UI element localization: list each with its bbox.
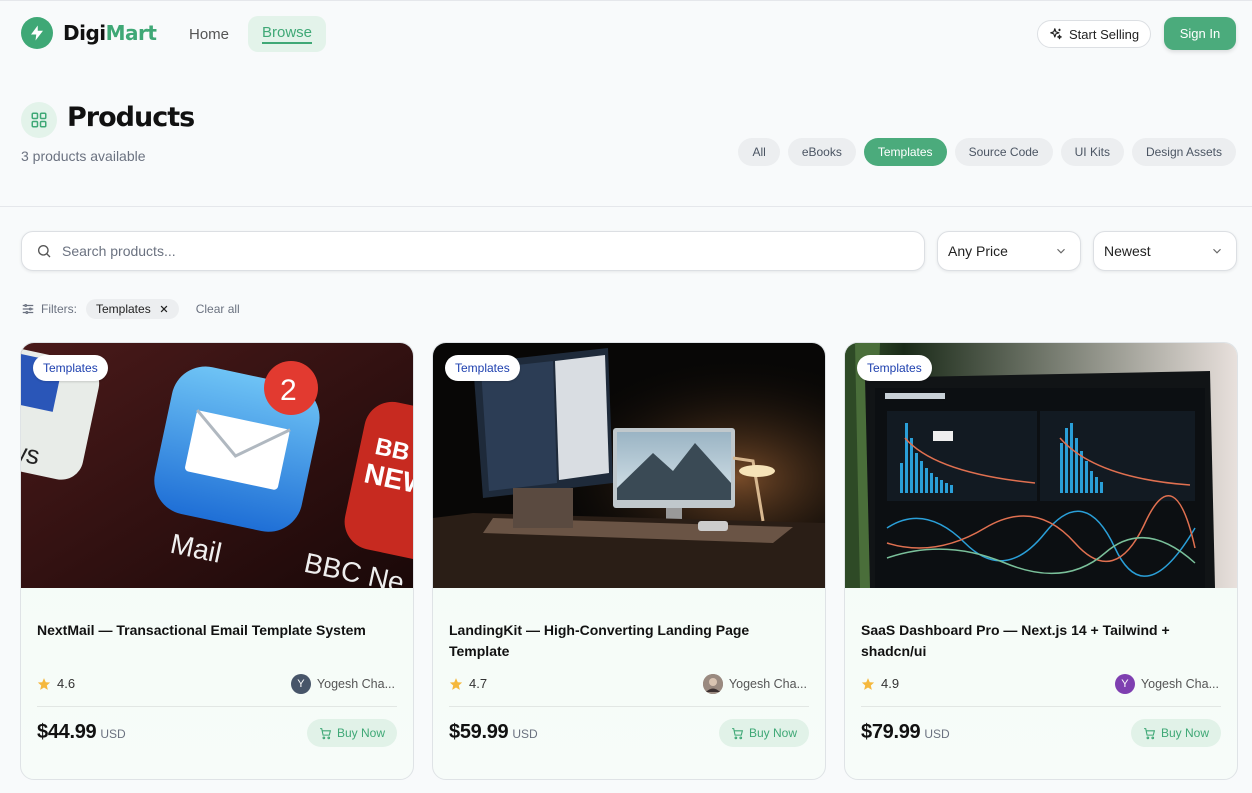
cart-icon [1144, 727, 1156, 739]
product-card[interactable]: Templates SaaS Dashboard Pro — Next.js 1… [844, 342, 1238, 780]
buy-now-button[interactable]: Buy Now [306, 719, 397, 747]
category-ui-kits[interactable]: UI Kits [1060, 138, 1124, 166]
product-author[interactable]: Y Yogesh Cha... [1114, 674, 1219, 694]
grid-icon [21, 102, 57, 138]
avatar: Y [290, 674, 311, 694]
nav-browse-label: Browse [262, 24, 313, 44]
rating-value: 4.9 [881, 676, 900, 691]
product-price: $59.99 USD [449, 721, 538, 744]
page-title: Products [67, 102, 195, 133]
product-price: $79.99 USD [861, 721, 950, 744]
filter-chip-templates: Templates [86, 299, 179, 319]
category-badge: Templates [857, 355, 932, 381]
price-amount: $44.99 [37, 721, 97, 743]
svg-text:2: 2 [280, 374, 297, 407]
price-amount: $79.99 [861, 721, 921, 743]
search-input[interactable] [62, 243, 882, 259]
product-author[interactable]: Y Yogesh Cha... [290, 674, 395, 694]
card-divider [37, 706, 397, 707]
star-icon [861, 677, 875, 690]
chevron-down-icon [1213, 248, 1221, 254]
active-filters-bar: Filters: Templates Clear all [21, 299, 240, 319]
author-name: Yogesh Cha... [316, 677, 395, 691]
price-filter-value: Any Price [948, 243, 1008, 259]
category-tabs: All eBooks Templates Source Code UI Kits… [738, 138, 1236, 166]
top-nav: DigiMart Home Browse Start Selling Sign … [0, 0, 1252, 68]
category-badge: Templates [445, 355, 520, 381]
buy-now-button[interactable]: Buy Now [718, 719, 809, 747]
search-icon [38, 245, 51, 258]
brand-name: DigiMart [63, 21, 157, 45]
product-title[interactable]: LandingKit — High-Converting Landing Pag… [449, 620, 809, 662]
avatar [702, 674, 723, 694]
avatar: Y [1114, 674, 1135, 694]
clear-all-filters-link[interactable]: Clear all [196, 302, 240, 316]
price-currency: USD [924, 727, 950, 741]
chevron-down-icon [1057, 248, 1065, 254]
buy-now-label: Buy Now [748, 726, 797, 740]
close-icon[interactable] [159, 304, 169, 314]
product-count: 3 products available [21, 148, 146, 164]
sort-select[interactable]: Newest [1093, 231, 1237, 271]
star-icon [449, 677, 463, 690]
buy-now-label: Buy Now [1160, 726, 1209, 740]
cart-icon [320, 727, 332, 739]
category-design-assets[interactable]: Design Assets [1131, 138, 1236, 166]
buy-now-button[interactable]: Buy Now [1130, 719, 1221, 747]
product-price: $44.99 USD [37, 721, 126, 744]
sparkles-icon [1050, 28, 1062, 40]
product-rating: 4.6 [37, 676, 75, 691]
category-all[interactable]: All [738, 138, 780, 166]
author-name: Yogesh Cha... [1140, 677, 1219, 691]
start-selling-button[interactable]: Start Selling [1037, 20, 1152, 48]
rating-value: 4.7 [469, 676, 488, 691]
category-badge: Templates [33, 355, 108, 381]
product-rating: 4.9 [861, 676, 899, 691]
filter-chip-label: Templates [96, 302, 151, 316]
nav-home-link[interactable]: Home [178, 17, 240, 51]
product-card[interactable]: Templates LandingKit — High-Converting L… [432, 342, 826, 780]
start-selling-label: Start Selling [1069, 26, 1140, 42]
section-divider [0, 206, 1252, 207]
price-amount: $59.99 [449, 721, 509, 743]
product-rating: 4.7 [449, 676, 487, 691]
sign-in-button[interactable]: Sign In [1164, 17, 1236, 50]
cart-icon [732, 727, 744, 739]
author-name: Yogesh Cha... [728, 677, 807, 691]
category-ebooks[interactable]: eBooks [787, 138, 856, 166]
rating-value: 4.6 [57, 676, 76, 691]
star-icon [37, 677, 51, 690]
sliders-icon [22, 304, 34, 314]
product-author[interactable]: Yogesh Cha... [702, 674, 807, 694]
product-card[interactable]: ews Mail 2 BB NEW BBC Ne Templates NextM… [20, 342, 414, 780]
product-title[interactable]: NextMail — Transactional Email Template … [37, 620, 397, 641]
buy-now-label: Buy Now [336, 726, 385, 740]
product-title[interactable]: SaaS Dashboard Pro — Next.js 14 + Tailwi… [861, 620, 1221, 662]
category-templates[interactable]: Templates [863, 138, 947, 166]
bolt-icon [21, 17, 53, 49]
price-filter-select[interactable]: Any Price [937, 231, 1081, 271]
price-currency: USD [100, 727, 126, 741]
card-divider [861, 706, 1221, 707]
search-box [21, 231, 925, 271]
card-divider [449, 706, 809, 707]
price-currency: USD [512, 727, 538, 741]
category-source-code[interactable]: Source Code [954, 138, 1053, 166]
brand-logo[interactable]: DigiMart [21, 17, 157, 49]
filters-label: Filters: [41, 302, 77, 316]
nav-browse-link[interactable]: Browse [248, 16, 327, 52]
sort-value: Newest [1104, 243, 1151, 259]
